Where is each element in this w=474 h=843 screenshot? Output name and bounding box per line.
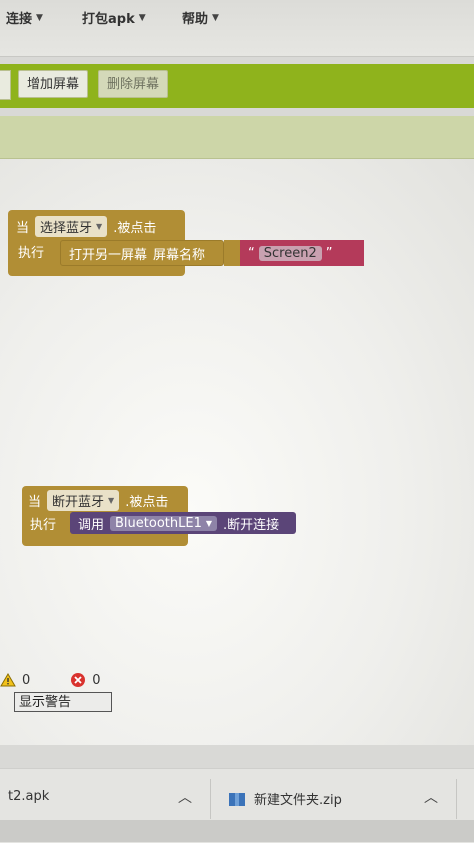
component-dropdown[interactable]: 选择蓝牙 ▼ — [35, 216, 108, 237]
show-warnings-button[interactable]: 显示警告 — [14, 692, 112, 712]
warnings-indicator: 0 0 — [0, 672, 101, 688]
toolbar-strip — [0, 116, 474, 159]
when-label: 当 — [28, 495, 42, 510]
chevron-down-icon: ▼ — [36, 12, 43, 23]
ble-component-label: BluetoothLE1 — [115, 515, 202, 531]
chevron-down-icon: ▼ — [138, 12, 146, 23]
download-item-zip[interactable]: 新建文件夹.zip — [228, 789, 342, 808]
screen-name-text[interactable]: Screen2 — [258, 245, 322, 261]
event-label: .被点击 — [113, 221, 157, 236]
download-item-apk[interactable]: t2.apk — [8, 789, 49, 804]
open-another-screen-block[interactable]: 打开另一屏幕 屏幕名称 — [60, 240, 224, 266]
ble-disconnect-call-block[interactable]: 调用 BluetoothLE1 ▼ .断开连接 — [70, 512, 296, 534]
do-label: 执行 — [30, 518, 57, 533]
chevron-up-icon[interactable]: ︿ — [424, 787, 438, 807]
warning-count: 0 — [22, 672, 31, 688]
window-bottom-edge — [0, 820, 474, 842]
menu-bar: 连接 ▼ 打包apk ▼ 帮助 ▼ — [0, 0, 474, 57]
zip-file-icon — [229, 792, 245, 806]
event-label: .被点击 — [125, 495, 169, 510]
menu-build-apk[interactable]: 打包apk ▼ — [82, 8, 146, 27]
chevron-down-icon: ▼ — [212, 12, 219, 23]
quote-close: ” — [325, 245, 333, 261]
add-screen-button[interactable]: 增加屏幕 — [18, 70, 89, 98]
component-dropdown-label: 断开蓝牙 — [52, 495, 105, 510]
call-label: 调用 — [78, 517, 105, 533]
divider — [456, 779, 457, 819]
chevron-down-icon: ▼ — [108, 496, 115, 505]
download-filename: 新建文件夹.zip — [254, 793, 342, 808]
designer-toolbar: 增加屏幕 删除屏幕 — [0, 64, 474, 108]
text-string-block[interactable]: “ Screen2 ” — [240, 240, 364, 266]
error-icon — [71, 673, 86, 687]
download-filename: t2.apk — [8, 789, 50, 804]
quote-open: “ — [248, 245, 255, 261]
menu-connect-label: 连接 — [6, 12, 33, 27]
component-dropdown[interactable]: 断开蓝牙 ▼ — [47, 490, 120, 511]
ble-component-dropdown[interactable]: BluetoothLE1 ▼ — [110, 515, 218, 531]
menu-help[interactable]: 帮助 ▼ — [182, 8, 219, 27]
menu-connect[interactable]: 连接 ▼ — [6, 8, 43, 27]
method-label: .断开连接 — [223, 517, 280, 533]
do-label: 执行 — [18, 246, 45, 261]
open-screen-label: 打开另一屏幕 — [69, 247, 148, 263]
error-count: 0 — [92, 672, 101, 688]
menu-build-apk-label: 打包apk — [82, 12, 135, 27]
menu-help-label: 帮助 — [182, 12, 209, 27]
when-label: 当 — [16, 221, 30, 236]
chevron-up-icon[interactable]: ︿ — [178, 787, 192, 807]
screen-select-button[interactable] — [0, 70, 11, 100]
component-dropdown-label: 选择蓝牙 — [40, 221, 93, 236]
remove-screen-button[interactable]: 删除屏幕 — [98, 70, 169, 98]
chevron-down-icon: ▼ — [205, 518, 213, 528]
warning-icon — [0, 673, 16, 687]
chevron-down-icon: ▼ — [96, 222, 103, 231]
divider — [210, 779, 211, 819]
screen-name-param-label: 屏幕名称 — [153, 247, 206, 263]
